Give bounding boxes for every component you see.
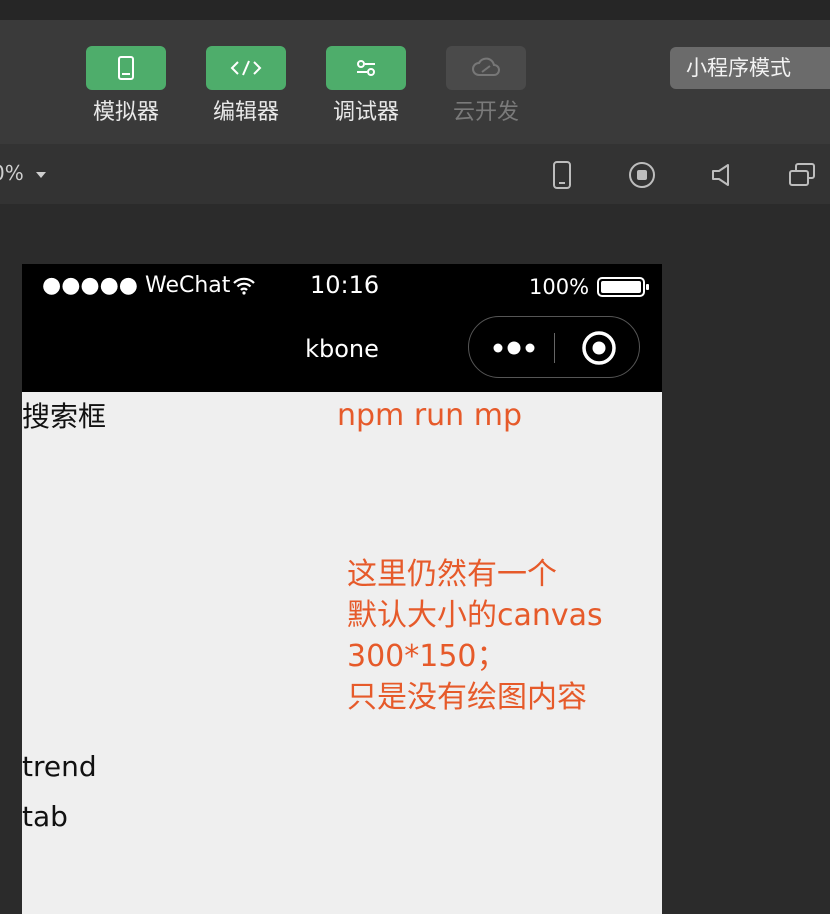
simulator-right-area [662,204,830,914]
chevron-down-icon [36,172,47,178]
record-button[interactable] [627,160,657,190]
cloud-tool[interactable]: 云开发 [446,46,526,127]
zoom-value: 0% [0,161,24,185]
simulator-button[interactable] [86,46,166,90]
capsule-divider [554,333,555,363]
debugger-button[interactable] [326,46,406,90]
mode-select-button[interactable]: 小程序模式 [670,47,830,89]
close-target-icon[interactable] [581,330,617,366]
main-toolbar: 模拟器 编辑器 调试器 云开发 小程序模式 [0,20,830,144]
device-button[interactable] [547,160,577,190]
phone-icon [118,56,134,80]
cloud-button[interactable] [446,46,526,90]
simulator-subbar: 0% [0,144,830,204]
cloud-icon [472,57,500,76]
carrier-label: ●●●●● WeChat [42,273,231,298]
capsule-menu [468,316,640,378]
annotation-line-4: 只是没有绘图内容 [347,680,587,715]
code-icon [230,60,262,76]
volume-button[interactable] [707,160,737,190]
trend-label: trend [22,750,97,783]
window-top-strip [0,0,830,20]
annotation-line-3: 300*150； [347,639,507,674]
tab-label: tab [22,800,68,833]
annotation-command: npm run mp [337,398,522,433]
wifi-icon [233,277,256,295]
phone-icon [553,161,571,189]
search-box-label: 搜索框 [22,400,107,433]
battery-icon [597,277,650,297]
debugger-label: 调试器 [332,100,399,125]
window-icon [789,163,815,186]
debugger-tool[interactable]: 调试器 [326,46,406,127]
annotation-line-1: 这里仍然有一个 [347,557,557,592]
phone-simulator: ●●●●● WeChat 10:16 100% kbone 搜索框 npm ru… [22,264,662,914]
more-icon[interactable] [491,338,537,358]
carrier-info: ●●●●● WeChat [42,272,256,300]
editor-button[interactable] [206,46,286,90]
record-icon [629,162,655,188]
page-content: 搜索框 npm run mp 这里仍然有一个 默认大小的canvas 300*1… [22,392,662,914]
battery-info: 100% [529,273,651,301]
simulator-tool[interactable]: 模拟器 [86,46,166,127]
phone-nav-bar: kbone [22,308,662,392]
cloud-label: 云开发 [452,100,519,125]
editor-label: 编辑器 [212,100,279,125]
volume-icon [712,164,729,186]
editor-tool[interactable]: 编辑器 [206,46,286,127]
sliders-icon [357,60,375,76]
annotation-line-2: 默认大小的canvas [347,598,603,633]
clock-time: 10:16 [310,271,380,299]
zoom-select[interactable]: 0% [0,158,48,188]
window-button[interactable] [787,160,817,190]
battery-percent: 100% [529,275,590,299]
simulator-label: 模拟器 [92,100,159,125]
phone-status-bar: ●●●●● WeChat 10:16 100% [22,264,662,308]
